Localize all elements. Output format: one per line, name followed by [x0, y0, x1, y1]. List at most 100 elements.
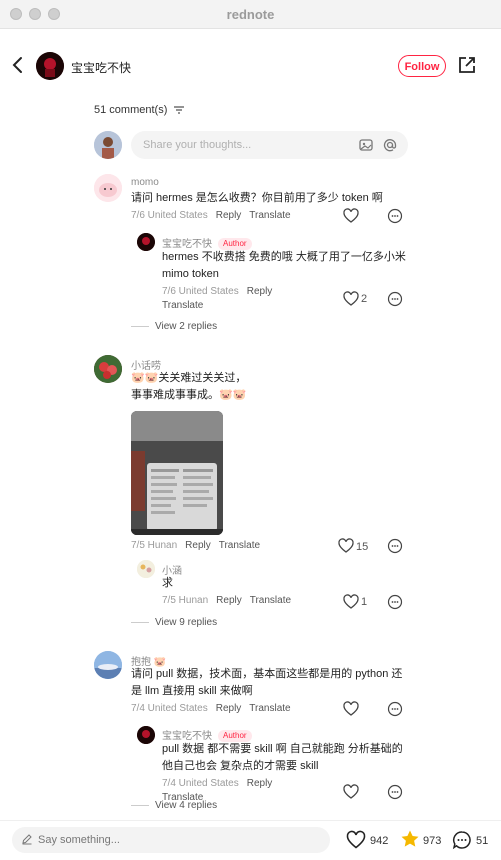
sort-icon[interactable] — [174, 106, 185, 114]
reply-meta: 7/5 Hunan Reply Translate — [162, 595, 291, 606]
my-avatar — [94, 131, 122, 159]
reply-button[interactable]: Reply — [247, 778, 273, 789]
avatar-image — [36, 52, 64, 80]
like-count: 2 — [361, 293, 368, 305]
view-replies-button[interactable]: View 4 replies — [131, 800, 217, 811]
comment-total: 51 — [476, 835, 489, 847]
comment-meta: 7/5 Hunan Reply Translate — [131, 540, 260, 551]
view-replies-label: View 2 replies — [155, 321, 218, 332]
heart-icon[interactable] — [343, 208, 359, 224]
follow-button[interactable]: Follow — [398, 55, 446, 77]
app-window: rednote 宝宝吃不快 Follow 51 comment(s) Share… — [0, 0, 501, 860]
commenter-avatar[interactable] — [94, 174, 122, 202]
reply-meta: 7/4 United States Reply — [162, 778, 272, 789]
commenter-avatar-image — [94, 651, 122, 679]
reply-date-location: 7/6 United States — [162, 286, 239, 297]
commenter-avatar-image — [94, 355, 122, 383]
reply-meta: 7/6 United States Reply — [162, 286, 272, 297]
app-title: rednote — [226, 7, 275, 22]
pencil-icon — [22, 834, 32, 845]
like-count: 1 — [361, 596, 368, 608]
reply-date-location: 7/5 Hunan — [162, 595, 209, 606]
heart-icon[interactable] — [343, 701, 359, 717]
reply-button[interactable]: Reply — [185, 540, 211, 551]
divider-line — [131, 804, 149, 806]
view-replies-button[interactable]: View 2 replies — [131, 321, 217, 332]
translate-button[interactable]: Translate — [250, 595, 291, 606]
author-avatar[interactable] — [36, 52, 64, 80]
comment-text-line-1: 请问 pull 数据，技术面，基本面这些都是用的 python 还 — [131, 668, 403, 680]
translate-button[interactable]: Translate — [162, 300, 203, 311]
heart-icon[interactable] — [343, 784, 359, 800]
comment-bubble-icon[interactable] — [387, 538, 403, 554]
post-header: 宝宝吃不快 Follow — [0, 28, 501, 104]
author-name[interactable]: 宝宝吃不快 — [71, 59, 131, 76]
title-bar: rednote — [0, 0, 501, 29]
translate-button[interactable]: Translate — [219, 540, 260, 551]
comment-image[interactable] — [131, 411, 223, 535]
reply-avatar[interactable] — [137, 726, 155, 744]
view-replies-label: View 9 replies — [155, 617, 218, 628]
heart-icon[interactable] — [343, 291, 359, 307]
comment-text-line-1: 🐷🐷关关难过关关过， — [131, 372, 247, 384]
comment-meta: 7/6 United States Reply Translate — [131, 210, 291, 221]
view-replies-button[interactable]: View 9 replies — [131, 617, 217, 628]
share-icon[interactable] — [457, 55, 477, 75]
comment-bubble-icon[interactable] — [387, 208, 403, 224]
back-arrow-icon[interactable] — [10, 55, 26, 75]
mention-icon[interactable] — [382, 137, 398, 153]
comment-icon[interactable] — [452, 830, 472, 850]
reply-avatar-image — [137, 726, 155, 744]
comment-bubble-icon[interactable] — [387, 594, 403, 610]
reply-avatar[interactable] — [137, 560, 155, 578]
comment-bubble-icon[interactable] — [387, 701, 403, 717]
image-icon[interactable] — [358, 137, 374, 153]
reply-button[interactable]: Reply — [216, 210, 242, 221]
reply-date-location: 7/4 United States — [162, 778, 239, 789]
say-something-placeholder: Say something... — [38, 834, 120, 846]
like-total: 942 — [370, 835, 389, 847]
commenter-avatar[interactable] — [94, 651, 122, 679]
screenshot-thumbnail — [131, 411, 223, 535]
my-avatar-image — [94, 131, 122, 159]
reply-button[interactable]: Reply — [247, 286, 273, 297]
like-heart-icon[interactable] — [346, 830, 366, 850]
reply-text: 求 — [162, 577, 173, 589]
say-something-input[interactable]: Say something... — [12, 827, 330, 853]
like-count: 15 — [356, 541, 369, 553]
divider-line — [131, 621, 149, 623]
comment-text-line-2: 事事难成事事成。🐷🐷 — [131, 389, 247, 401]
comment-date-location: 7/4 United States — [131, 703, 208, 714]
star-total: 973 — [423, 835, 442, 847]
reply-button[interactable]: Reply — [216, 595, 242, 606]
reply-text-line-1: hermes 不收费搭 免费的哦 大概了用了一亿多小米 — [162, 251, 406, 263]
commenter-avatar[interactable] — [94, 355, 122, 383]
reply-avatar[interactable] — [137, 233, 155, 251]
translate-button[interactable]: Translate — [249, 703, 290, 714]
reply-button[interactable]: Reply — [216, 703, 242, 714]
comment-meta: 7/4 United States Reply Translate — [131, 703, 291, 714]
comment-text: 请问 hermes 是怎么收费？你目前用了多少 token 啊 — [131, 192, 383, 204]
reply-text-line-1: pull 数据 都不需要 skill 啊 自己就能跑 分析基础的 — [162, 743, 403, 755]
comment-bubble-icon[interactable] — [387, 784, 403, 800]
bottom-action-bar: Say something... 942 973 51 — [0, 820, 501, 860]
reply-avatar-image — [137, 233, 155, 251]
commenter-name[interactable]: momo — [131, 177, 159, 188]
comment-input-placeholder: Share your thoughts... — [143, 139, 252, 151]
comment-text-line-2: 是 llm 直接用 skill 来做啊 — [131, 685, 253, 697]
heart-icon[interactable] — [338, 538, 354, 554]
comment-date-location: 7/6 United States — [131, 210, 208, 221]
comment-bubble-icon[interactable] — [387, 291, 403, 307]
comment-count: 51 comment(s) — [94, 104, 168, 116]
comment-date-location: 7/5 Hunan — [131, 540, 178, 551]
comment-count-row: 51 comment(s) — [94, 104, 185, 116]
heart-icon[interactable] — [343, 594, 359, 610]
star-icon[interactable] — [400, 829, 420, 849]
reply-text-line-2: 他自己也会 复杂点的才需要 skill — [162, 760, 319, 772]
commenter-avatar-image — [94, 174, 122, 202]
translate-button[interactable]: Translate — [249, 210, 290, 221]
view-replies-label: View 4 replies — [155, 800, 218, 811]
comment-input[interactable]: Share your thoughts... — [131, 131, 408, 159]
divider-line — [131, 325, 149, 327]
reply-avatar-image — [137, 560, 155, 578]
